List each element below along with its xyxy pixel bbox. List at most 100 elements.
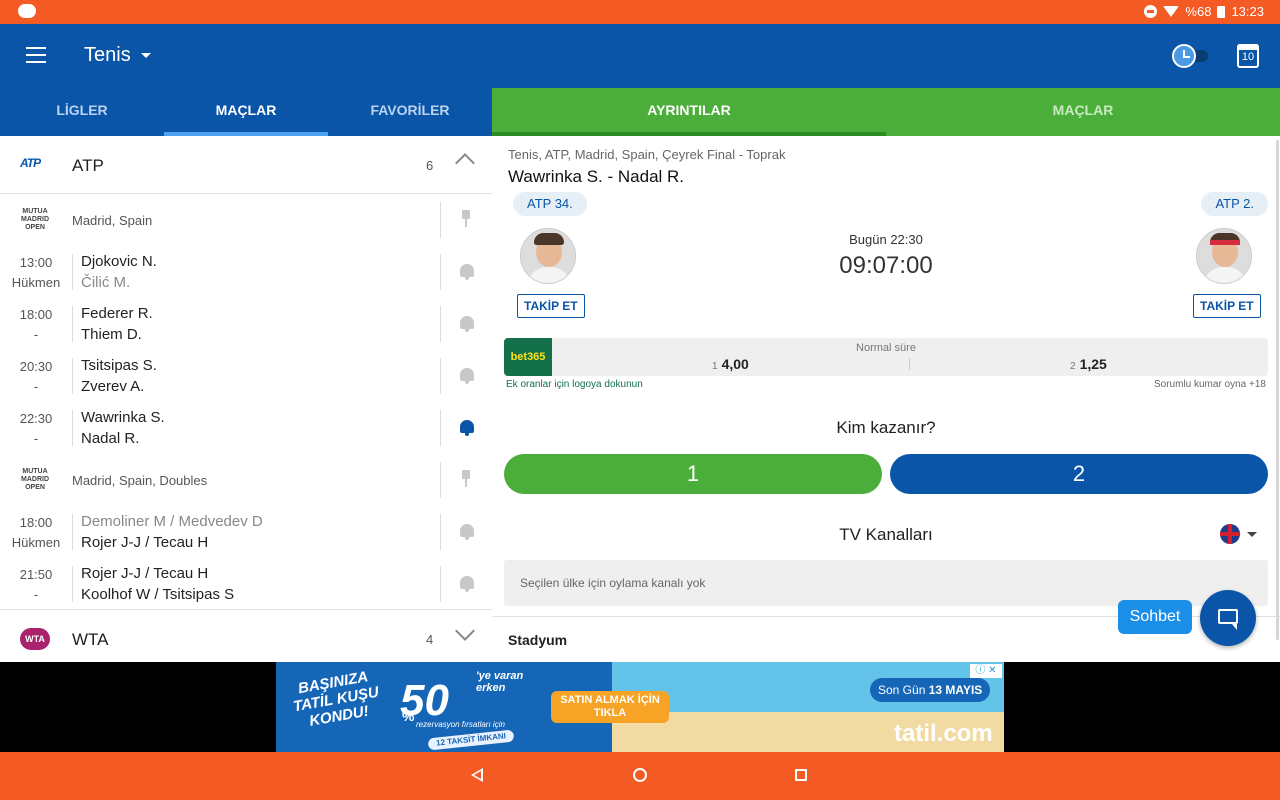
sport-selector[interactable]: Tenis [84,44,151,67]
who-wins-title: Kim kazanır? [836,418,936,437]
tab-h2h-matches[interactable]: MAÇLAR [886,88,1280,136]
tab-details[interactable]: AYRINTILAR [492,88,886,136]
match-players: Wawrinka S. Nadal R. [81,407,165,449]
ad-last-day-label: Son Gün [878,683,926,697]
chat-icon [1218,609,1238,630]
chevron-down-icon[interactable] [455,621,475,641]
chat-label-button[interactable]: Sohbet [1118,600,1192,634]
atp-logo: ATP [20,156,41,170]
match-status: Hükmen [11,275,61,290]
bell-icon[interactable] [459,315,475,333]
tournament-row[interactable]: MUTUA MADRID OPEN Madrid, Spain [0,194,492,246]
match-players: Djokovic N. Čilić M. [81,251,157,293]
nav-home-icon[interactable] [633,768,647,782]
uk-flag-icon[interactable] [1220,524,1240,544]
match-row[interactable]: 13:00 Hükmen Djokovic N. Čilić M. [0,246,492,298]
match-status: Hükmen [11,535,61,550]
odd-away[interactable]: 2 1,25 [1070,356,1107,372]
ad-last-day: Son Gün 13 MAYIS [870,678,991,702]
status-bar: %68 13:23 [0,0,1280,24]
caret-down-icon [140,53,151,58]
list-tabs: LİGLER MAÇLAR FAVORİLER [0,88,492,136]
mutua-madrid-open-logo: MUTUA MADRID OPEN [21,208,49,231]
menu-icon[interactable] [26,47,46,63]
player-away: Nadal R. [81,430,140,447]
match-detail: Tenis, ATP, Madrid, Spain, Çeyrek Final … [492,136,1280,662]
bell-icon[interactable] [459,575,475,593]
vote-away-button[interactable]: 2 [890,454,1268,494]
match-time: 22:30 - [0,409,72,449]
match-start: 22:30 [19,411,53,426]
wta-logo: WTA [20,628,50,650]
ad-last-day-date: 13 MAYIS [928,683,983,697]
league-name: ATP [72,156,104,175]
tournament-name: Madrid, Spain, Doubles [72,473,208,488]
chat-button[interactable] [1200,590,1256,646]
pin-icon[interactable] [459,210,473,228]
player-away: Rojer J-J / Tecau H [81,534,209,551]
match-row[interactable]: 18:00 Hükmen Demoliner M / Medvedev D Roje… [0,506,492,558]
divider [72,410,73,446]
away-rank-badge: ATP 2. [1201,192,1268,216]
match-players: Tsitsipas S. Zverev A. [81,355,157,397]
chevron-up-icon[interactable] [455,153,475,173]
match-row[interactable]: 21:50 - Rojer J-J / Tecau H Koolhof W / Ts… [0,558,492,610]
caret-down-icon[interactable] [1247,532,1257,537]
match-status: - [33,431,39,446]
match-row-selected[interactable]: 22:30 - Wawrinka S. Nadal R. [0,402,492,454]
match-status: - [33,379,39,394]
adchoices-icon[interactable]: ⓘ ✕ [970,664,1002,678]
odd-home[interactable]: 1 4,00 [712,356,749,372]
follow-away-button[interactable]: TAKİP ET [1193,294,1261,318]
tournament-row[interactable]: MUTUA MADRID OPEN Madrid, Spain, Doubles [0,454,492,506]
nav-recents-icon[interactable] [795,769,807,781]
player-away: Čilić M. [81,274,131,291]
odds-box[interactable]: bet365 Normal süre 1 4,00 2 1,25 [504,338,1268,376]
calendar-icon[interactable]: 10 [1237,44,1259,68]
league-header-atp[interactable]: ATP ATP 6 [0,136,492,194]
match-time: 20:30 - [0,357,72,397]
league-header-wta[interactable]: WTA WTA 4 [0,610,492,662]
ad-banner[interactable]: BAŞINIZA TATİL KUŞU KONDU! 50 % 'ye vara… [276,662,1004,752]
match-start: 20:30 [19,359,53,374]
sport-title: Tenis [84,44,131,66]
live-clock-toggle[interactable] [1172,44,1210,68]
battery-icon [1217,5,1226,18]
odd-away-key: 2 [1070,361,1076,372]
player-home: Djokovic N. [81,253,157,270]
match-players: Federer R. Thiem D. [81,303,153,345]
match-time: 13:00 Hükmen [0,253,72,293]
tab-matches[interactable]: MAÇLAR [164,88,328,136]
player-away: Zverev A. [81,378,145,395]
tab-leagues[interactable]: LİGLER [0,88,164,136]
match-players: Demoliner M / Medvedev D Rojer J-J / Teca… [81,511,263,553]
stadium-label: Stadyum [508,632,568,648]
ad-brand-logo: tatil.com [894,720,993,747]
vote-home-button[interactable]: 1 [504,454,882,494]
match-start: 13:00 [19,255,53,270]
divider [72,566,73,602]
tab-favorites[interactable]: FAVORİLER [328,88,492,136]
player-home: Federer R. [81,305,153,322]
scrollbar[interactable] [1276,140,1279,640]
responsible-gambling-note: Sorumlu kumar oyna +18 [1153,379,1266,390]
divider [440,358,441,394]
divider [72,254,73,290]
ad-cta-button[interactable]: SATIN ALMAK İÇİN TIKLA [551,691,669,723]
bell-active-icon[interactable] [459,419,475,437]
match-row[interactable]: 20:30 - Tsitsipas S. Zverev A. [0,350,492,402]
nav-back-icon[interactable] [471,768,483,782]
status-icons: %68 13:23 [1144,4,1264,19]
league-count: 6 [426,158,434,173]
bell-icon[interactable] [459,523,475,541]
match-row[interactable]: 18:00 - Federer R. Thiem D. [0,298,492,350]
follow-home-button[interactable]: TAKİP ET [517,294,585,318]
kickoff-date: Bugün 22:30 [849,232,923,247]
odds-hint: Ek oranlar için logoya dokunun [506,379,643,390]
bell-icon[interactable] [459,367,475,385]
battery-percent: %68 [1185,4,1212,19]
countdown: 09:07:00 [839,252,933,279]
pin-icon[interactable] [459,470,473,488]
divider [440,514,441,550]
bell-icon[interactable] [459,263,475,281]
